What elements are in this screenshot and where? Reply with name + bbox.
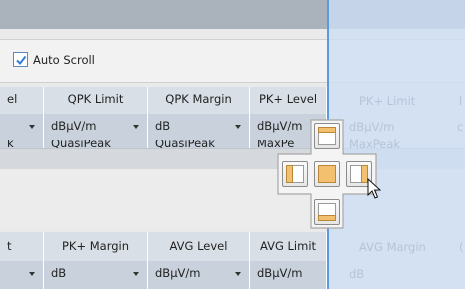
column-header-qpk-margin[interactable]: QPK Margin [148,87,250,114]
docking-guide [276,118,378,230]
column-header-pk-margin[interactable]: PK+ Margin [44,232,148,261]
dropdown-arrow-icon [235,272,241,276]
unit-dropdown[interactable] [0,261,44,289]
dock-center-icon[interactable] [314,161,340,187]
unit-dropdown-avg-level[interactable]: dBµV/m [148,261,250,289]
column-header[interactable]: t [0,232,44,261]
auto-scroll-label: Auto Scroll [33,53,95,67]
auto-scroll-checkbox[interactable] [13,52,28,67]
column-header[interactable]: el [0,87,44,114]
unit-dropdown-pk-margin[interactable]: dB [44,261,148,289]
ghost-unit: c [457,120,464,134]
unit-dropdown-qpk-limit[interactable]: dBµV/m [44,114,148,140]
unit-dropdown-avg-limit[interactable]: dBµV/m [250,261,327,289]
dropdown-arrow-icon [29,125,35,129]
dock-left-icon[interactable] [282,161,308,187]
dropdown-arrow-icon [133,272,139,276]
ghost-header: ( [459,240,464,254]
mouse-cursor-icon [367,178,381,199]
checkmark-icon [16,55,27,66]
ghost-unit-avg-margin: dB [349,267,365,281]
ghost-header-avg-margin: AVG Margin [359,240,426,254]
dropdown-arrow-icon [29,272,35,276]
ghost-header: l [459,94,463,108]
dock-top-icon[interactable] [314,123,340,149]
column-header-qpk-limit[interactable]: QPK Limit [44,87,148,114]
dock-bottom-icon[interactable] [314,199,340,225]
column-header-avg-level[interactable]: AVG Level [148,232,250,261]
unit-dropdown[interactable] [0,114,44,140]
unit-dropdown-qpk-margin[interactable]: dB [148,114,250,140]
ghost-header-pk-limit: PK+ Limit [359,94,416,108]
dropdown-arrow-icon [235,125,241,129]
column-header-avg-limit[interactable]: AVG Limit [250,232,327,261]
dropdown-arrow-icon [133,125,139,129]
column-header-pk-level[interactable]: PK+ Level [250,87,327,114]
